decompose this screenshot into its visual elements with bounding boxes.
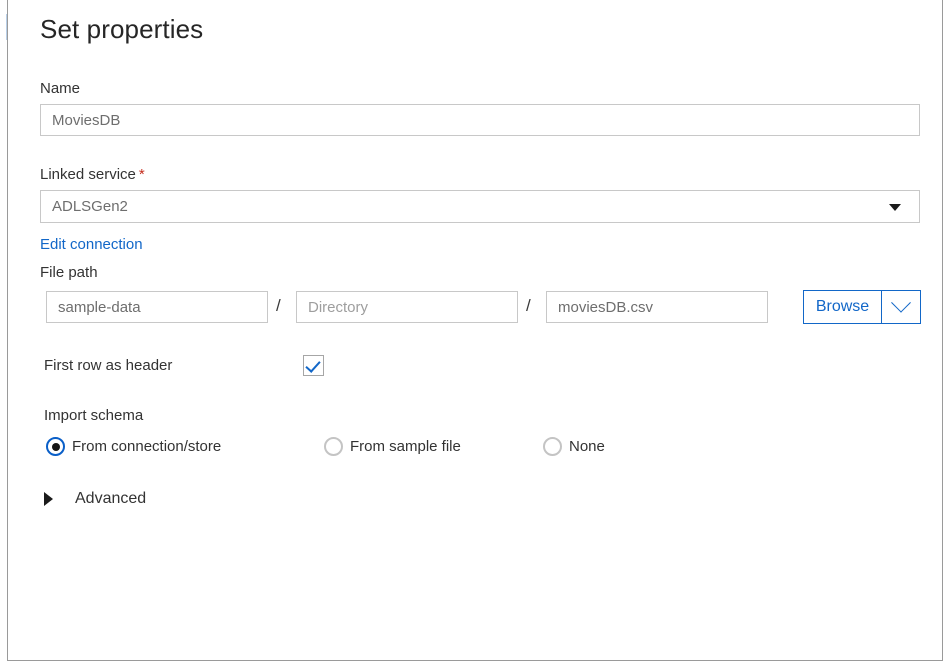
radio-label: From connection/store (72, 438, 221, 455)
page-title: Set properties (40, 14, 203, 45)
checkmark-icon (305, 357, 320, 373)
radio-none[interactable]: None (543, 437, 605, 456)
path-separator-1: / (276, 296, 281, 316)
edit-connection-link[interactable]: Edit connection (40, 236, 143, 253)
radio-label: None (569, 438, 605, 455)
radio-icon (543, 437, 562, 456)
file-path-file-input[interactable] (546, 291, 768, 323)
file-path-container-input[interactable] (46, 291, 268, 323)
linked-service-dropdown[interactable]: ADLSGen2 (40, 190, 920, 223)
radio-icon (324, 437, 343, 456)
chevron-down-icon (891, 293, 911, 313)
file-path-label: File path (40, 264, 98, 281)
first-row-header-label: First row as header (44, 357, 172, 374)
import-schema-label: Import schema (44, 407, 143, 424)
first-row-header-checkbox[interactable] (303, 355, 324, 376)
chevron-down-icon (889, 204, 901, 211)
set-properties-panel: Set properties Name Linked service* ADLS… (7, 0, 943, 661)
browse-dropdown-button[interactable] (881, 290, 921, 324)
path-separator-2: / (526, 296, 531, 316)
browse-button[interactable]: Browse (803, 290, 881, 324)
radio-label: From sample file (350, 438, 461, 455)
name-label: Name (40, 80, 80, 97)
name-input[interactable] (40, 104, 920, 136)
linked-service-value: ADLSGen2 (52, 198, 128, 215)
file-path-directory-input[interactable] (296, 291, 518, 323)
required-asterisk: * (139, 166, 145, 183)
linked-service-label-text: Linked service (40, 166, 136, 183)
radio-from-connection-store[interactable]: From connection/store (46, 437, 221, 456)
radio-icon-selected (46, 437, 65, 456)
advanced-label: Advanced (75, 490, 146, 508)
radio-from-sample-file[interactable]: From sample file (324, 437, 461, 456)
triangle-right-icon (44, 492, 53, 506)
advanced-expander[interactable]: Advanced (44, 490, 146, 508)
linked-service-label: Linked service* (40, 166, 145, 183)
